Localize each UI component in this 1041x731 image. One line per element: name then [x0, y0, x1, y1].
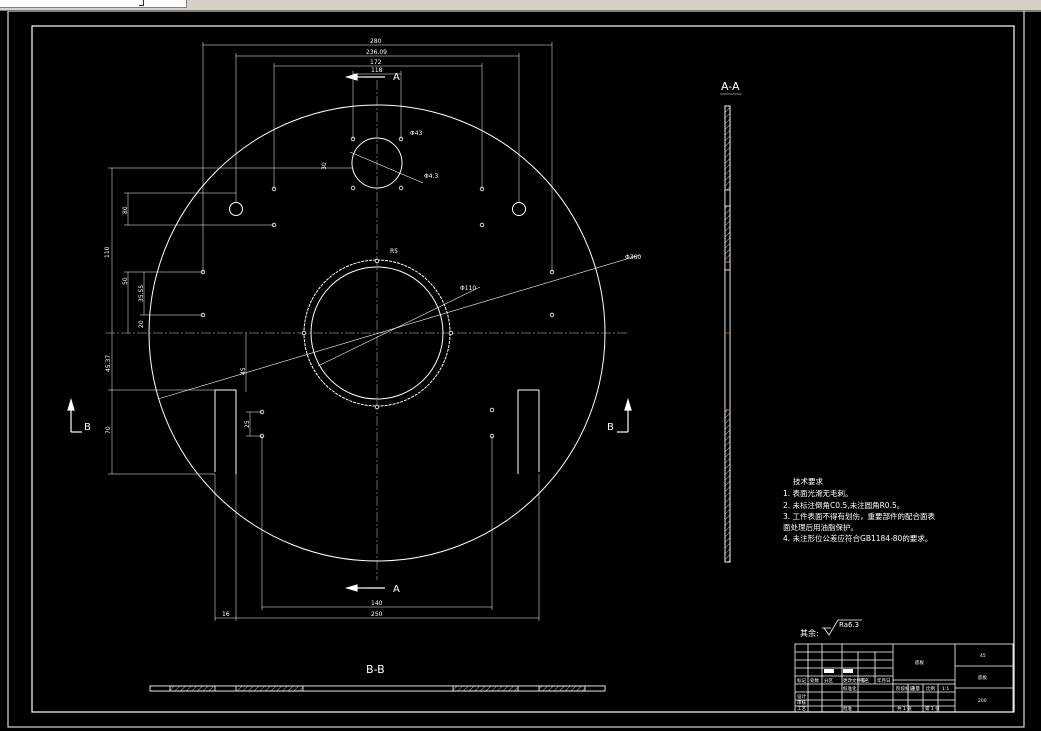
title-block-text: 底板 45 底板 200 1:1 共 1 张 第 1 张 标记 处数 分区 更改…	[797, 653, 987, 712]
dim-hole-small: Φ4.3	[424, 173, 438, 180]
dim-250: 250	[371, 611, 383, 618]
dim-236: 236.09	[366, 49, 387, 56]
tb-material: 45	[980, 653, 986, 659]
section-markers	[67, 73, 632, 592]
title-block-filled-cells	[824, 669, 853, 673]
tb-checker: 审核	[797, 699, 806, 706]
cad-drawing[interactable]: 280 236.09 172 118 Φ43 Φ4.3 Φ360 Φ110 R5…	[0, 11, 1041, 731]
dim-radius: R5	[390, 248, 398, 255]
tb-ratio: 比例	[926, 685, 935, 692]
section-aa-view	[724, 105, 731, 563]
roughness-value: Ra6.3	[839, 621, 859, 629]
dim-inner-diameter: Φ110	[460, 285, 476, 292]
tb-mark6: 年月日	[877, 677, 891, 684]
sheet-inner-frame	[31, 25, 1015, 713]
note-line-4: 面处理后用油脂保护。	[783, 522, 858, 532]
technical-notes: 技术要求 1. 表面光滑无毛刺。 2. 未标注倒角C0.5,未注圆角R0.5。 …	[783, 476, 936, 543]
tb-weight: 重量	[911, 685, 920, 692]
tb-part-name: 底板	[915, 659, 924, 666]
left-slot-hole	[229, 202, 243, 216]
dropdown-caret-icon[interactable]	[139, 0, 144, 6]
dim-outer-diameter: Φ360	[625, 254, 641, 261]
command-bar	[0, 0, 1041, 11]
roughness-label: 其余:	[800, 628, 819, 638]
tb-sheet: 共 1 张	[897, 705, 912, 712]
left-cutout	[214, 389, 237, 474]
dim-280: 280	[370, 38, 382, 45]
dim-30: 30	[321, 162, 328, 170]
section-bb-view	[149, 685, 606, 692]
tb-designer: 设计	[797, 693, 806, 700]
dim-140: 140	[371, 600, 383, 607]
tb-drawing-no: 底板	[978, 674, 987, 681]
dim-50: 50	[122, 277, 129, 285]
tb-count: 200	[978, 698, 987, 704]
dim-hole-top: Φ43	[410, 130, 423, 137]
dim-20: 20	[138, 320, 145, 328]
tb-sheet2: 第 1 张	[925, 705, 940, 712]
tb-mark2: 处数	[810, 677, 819, 684]
tb-process: 工艺	[797, 706, 806, 712]
marker-b-left: B	[84, 422, 91, 433]
dim-110: 110	[104, 246, 111, 258]
tb-standard: 标准化	[843, 685, 857, 692]
marker-b-right: B	[607, 422, 614, 433]
note-line-1: 1. 表面光滑无毛刺。	[783, 488, 853, 498]
dim-70: 70	[105, 426, 112, 434]
note-line-5: 4. 未注形位公差应符合GB1184-80的要求。	[783, 533, 932, 543]
dim-80: 80	[122, 206, 129, 214]
marker-a-top: A	[393, 72, 400, 83]
notes-title: 技术要求	[793, 476, 823, 486]
dim-45: 45.37	[105, 355, 112, 372]
note-line-3: 3. 工件表面不得有划伤，重要部件的配合面表	[783, 511, 936, 521]
note-line-2: 2. 未标注倒角C0.5,未注圆角R0.5。	[783, 500, 904, 510]
sheet-outer-frame	[7, 11, 1025, 728]
right-slot-hole	[512, 202, 526, 216]
section-bb-label: B-B	[366, 663, 385, 676]
command-input[interactable]	[0, 0, 187, 8]
tb-mark3: 分区	[824, 677, 833, 684]
dim-45-angle: 45	[240, 367, 247, 375]
section-aa-label: A-A	[721, 80, 740, 93]
small-holes	[200, 136, 555, 439]
dim-16: 16	[222, 611, 230, 618]
tb-approve: 批准	[843, 705, 852, 712]
dim-25: 25	[244, 420, 251, 428]
dim-35: 35.55	[138, 285, 145, 302]
tb-scale: 1:1	[942, 686, 949, 692]
right-cutout	[517, 389, 540, 474]
dim-172: 172	[370, 59, 382, 66]
dim-118: 118	[371, 67, 383, 74]
plan-view	[105, 80, 641, 580]
tb-mark5: 签名	[860, 677, 869, 684]
marker-a-bottom: A	[393, 584, 400, 595]
tb-mark1: 标记	[797, 677, 806, 684]
